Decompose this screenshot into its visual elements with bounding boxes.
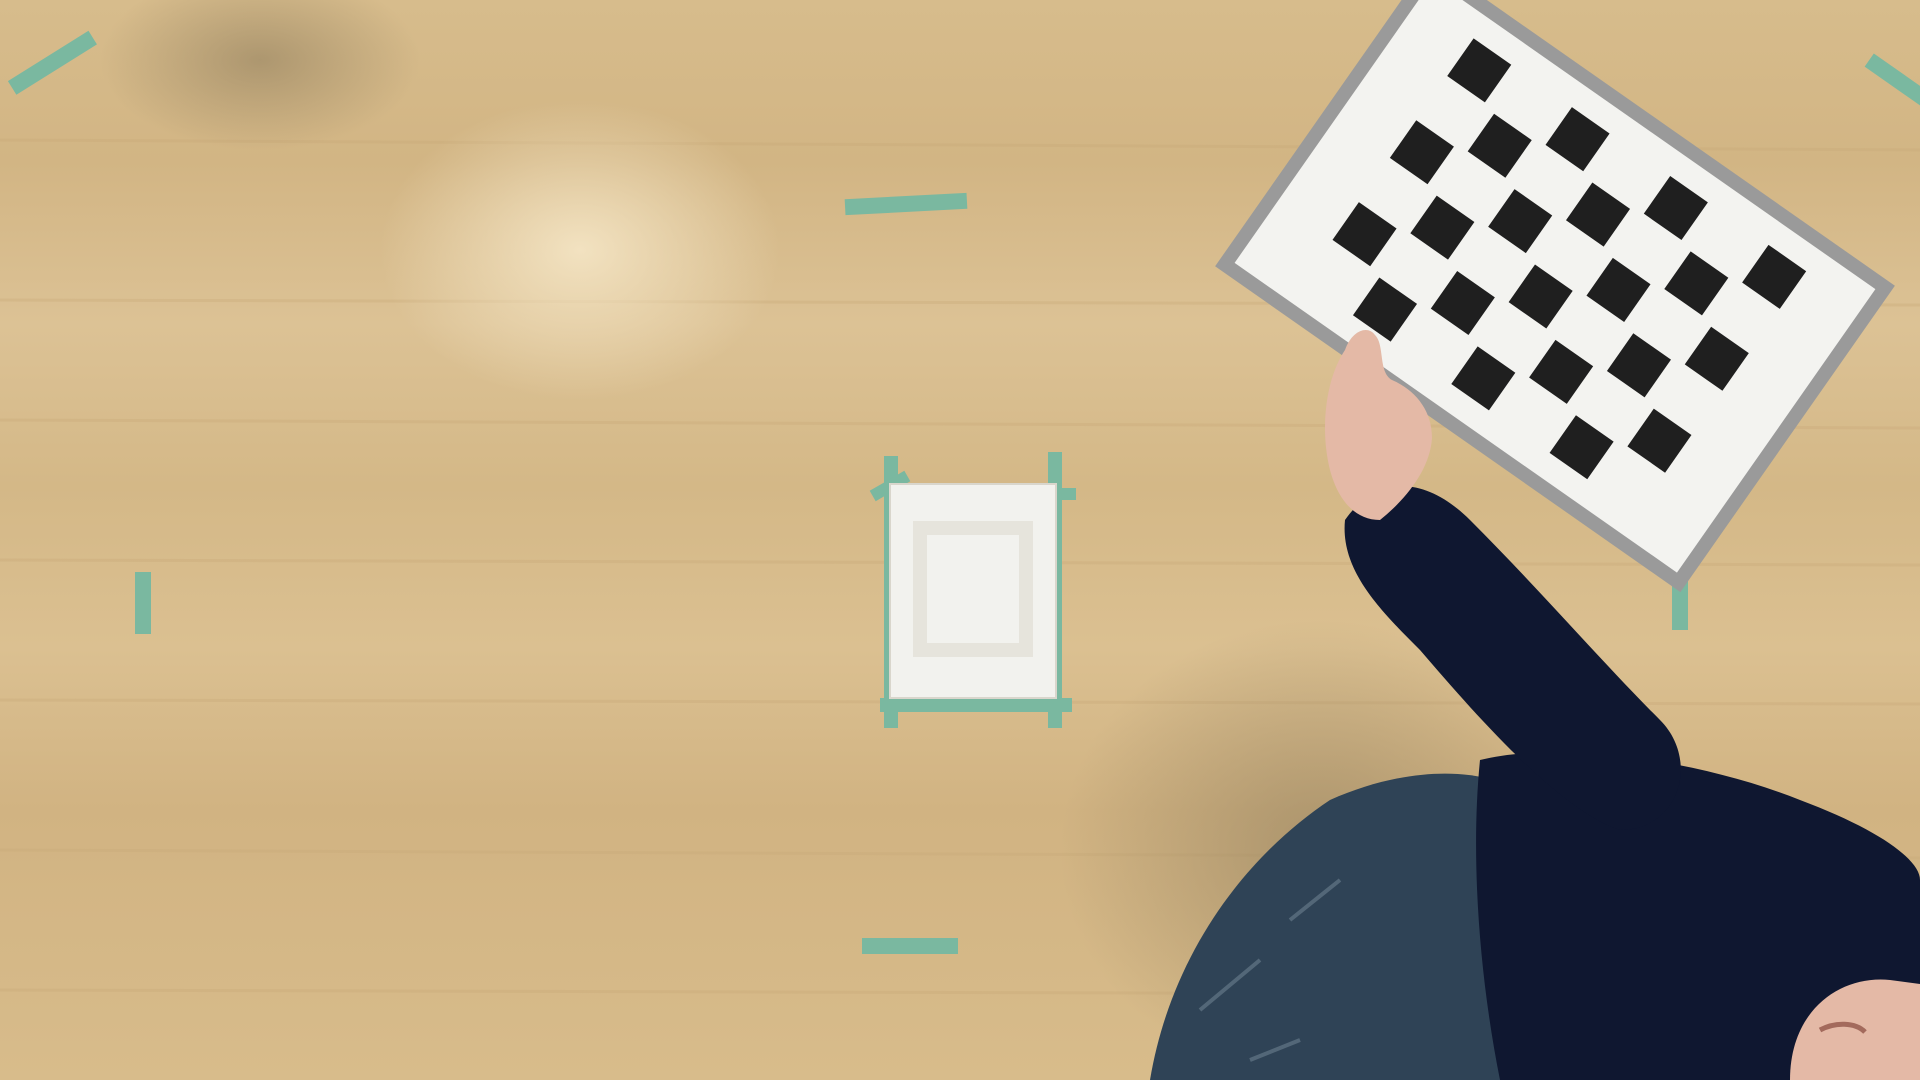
paper-target <box>889 483 1057 699</box>
light-glare <box>380 100 780 400</box>
tape-mark-bottom <box>862 938 958 954</box>
tape-mark-left <box>135 572 151 634</box>
scene-svg <box>0 0 1920 1080</box>
floor-scene <box>0 0 1920 1080</box>
tape-frame-bottom <box>880 698 1072 712</box>
